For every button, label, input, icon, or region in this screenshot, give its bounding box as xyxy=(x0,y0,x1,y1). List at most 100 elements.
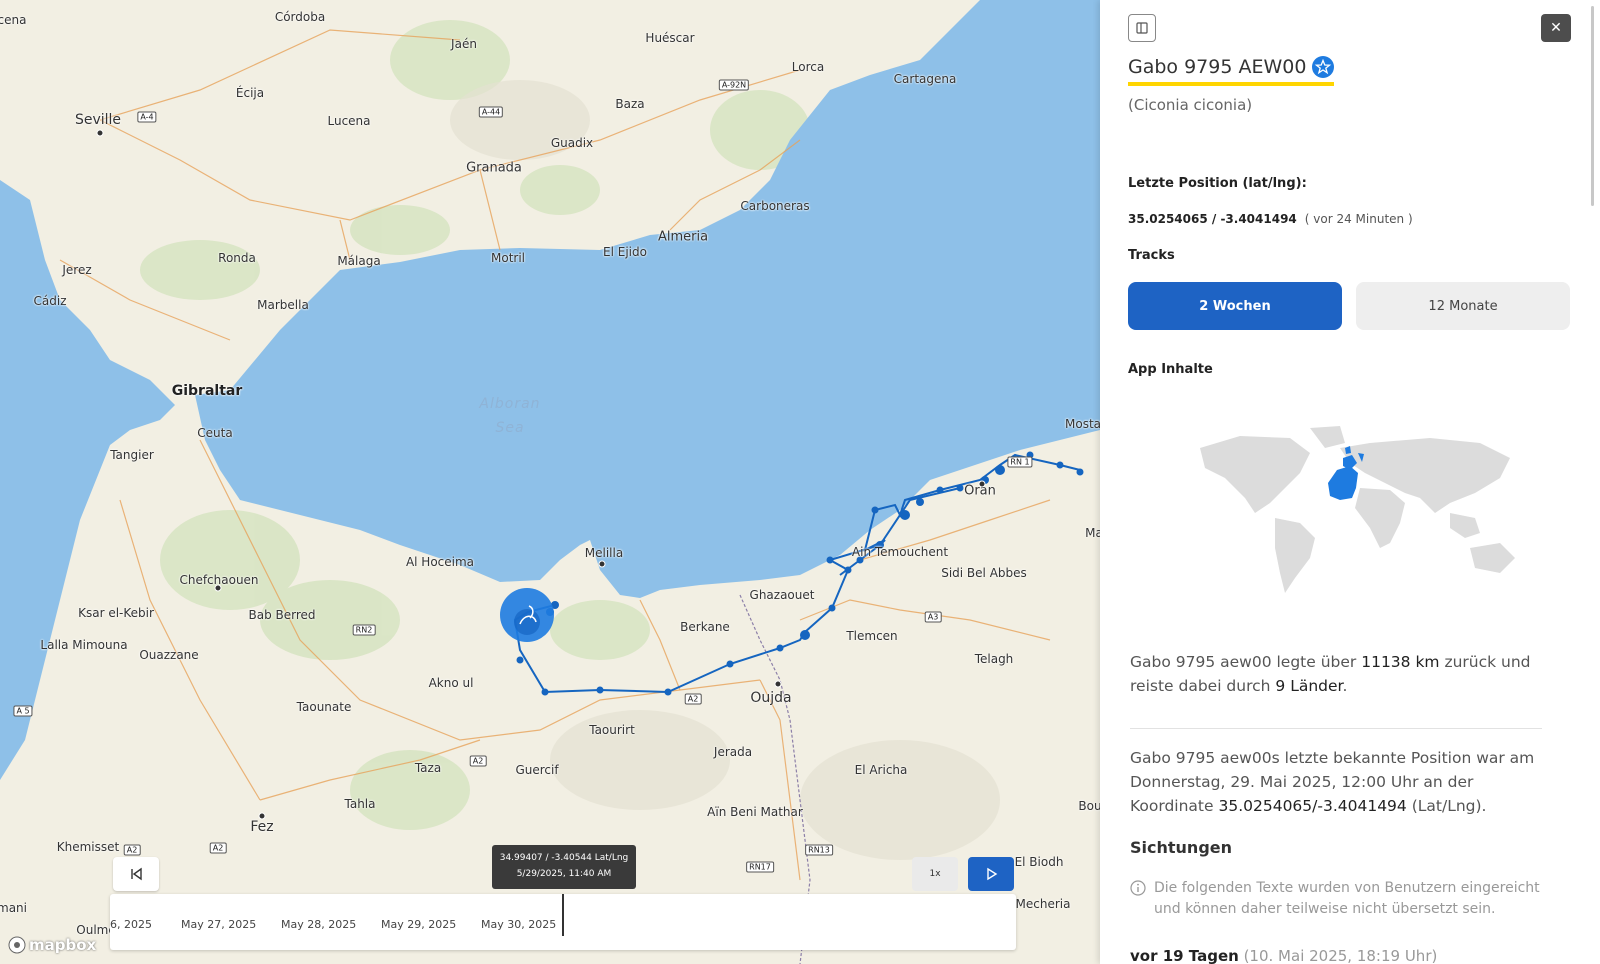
timeline-date: 6, 2025 xyxy=(110,918,152,931)
place-label: Taourirt xyxy=(589,723,635,737)
sighting-date: (10. Mai 2025, 18:19 Uhr) xyxy=(1238,947,1438,964)
road-shield: RN 1 xyxy=(1007,456,1033,468)
timeline-date: May 29, 2025 xyxy=(381,918,457,931)
timeline-cursor[interactable] xyxy=(562,894,564,936)
place-label: Melilla xyxy=(584,546,624,560)
mapbox-label: mapbox xyxy=(29,936,97,954)
place-label: mani xyxy=(0,901,27,915)
summary-countries: 9 Länder xyxy=(1275,677,1343,695)
place-label: Mosta xyxy=(1064,417,1100,431)
position-summary: Gabo 9795 aew00s letzte bekannte Positio… xyxy=(1130,746,1540,818)
city-dot xyxy=(598,560,606,568)
road-shield: A3 xyxy=(924,611,942,623)
place-label: Cádiz xyxy=(33,294,67,308)
last-position-value: 35.0254065 / -3.4041494 xyxy=(1128,212,1297,226)
place-label: Akno ul xyxy=(428,676,474,690)
road-shield: A2 xyxy=(684,693,702,705)
place-label: Ain Temouchent xyxy=(851,545,949,559)
place-label: Jerez xyxy=(62,263,92,277)
bird-name: Gabo 9795 AEW00 xyxy=(1128,56,1307,78)
timeline-scrubber[interactable]: 6, 2025 May 27, 2025 May 28, 2025 May 29… xyxy=(110,894,1016,950)
place-label: Jerada xyxy=(713,745,753,759)
road-shield: A2 xyxy=(469,755,487,767)
place-label: Khemisset xyxy=(56,840,120,854)
track-2-weeks-button[interactable]: 2 Wochen xyxy=(1128,282,1342,330)
summary-km: 11138 km xyxy=(1361,653,1440,671)
place-label: Granada xyxy=(466,160,522,176)
city-dot xyxy=(978,480,986,488)
place-label: Tahla xyxy=(344,797,376,811)
summary-post: . xyxy=(1342,677,1348,695)
place-label: Fez xyxy=(250,819,274,835)
play-button[interactable] xyxy=(968,857,1014,891)
species-name: (Ciconia ciconia) xyxy=(1128,96,1253,114)
timeline-date: May 28, 2025 xyxy=(281,918,357,931)
place-label: Baza xyxy=(615,97,645,111)
place-label: Ceuta xyxy=(197,426,233,440)
place-label: Tangier xyxy=(110,448,154,462)
place-label: Al Hoceima xyxy=(405,555,475,569)
position-post: (Lat/Lng). xyxy=(1406,797,1487,815)
star-badge-icon xyxy=(1312,56,1335,78)
place-label: Marbella xyxy=(257,298,309,312)
sightings-heading: Sichtungen xyxy=(1130,838,1233,857)
close-button[interactable]: ✕ xyxy=(1541,14,1571,42)
place-label: Sidi Bel Abbes xyxy=(941,566,1027,580)
place-label: Huéscar xyxy=(645,31,695,45)
last-position-ago: ( vor 24 Minuten ) xyxy=(1304,212,1413,226)
sighting-ago: vor 19 Tagen xyxy=(1130,947,1239,964)
place-label: Lucena xyxy=(327,114,371,128)
place-label: Ma xyxy=(1085,526,1100,540)
position-tooltip: 34.99407 / -3.40544 Lat/Lng 5/29/2025, 1… xyxy=(492,845,636,889)
road-shield: A2 xyxy=(123,844,141,856)
road-shield: RN2 xyxy=(352,624,376,636)
scrollbar[interactable] xyxy=(1591,6,1594,206)
last-position-label: Letzte Position (lat/lng): xyxy=(1128,176,1307,191)
close-icon: ✕ xyxy=(1550,20,1562,36)
place-label: Gibraltar xyxy=(171,383,243,399)
rewind-button[interactable] xyxy=(113,857,159,891)
place-label: cena xyxy=(0,13,27,27)
place-label: Ghazaouet xyxy=(749,588,815,602)
city-dot xyxy=(774,680,782,688)
sightings-info: Die folgenden Texte wurden von Benutzern… xyxy=(1130,878,1550,920)
map-view[interactable]: Córdoba Jaén Huéscar Lorca Cartagena Sev… xyxy=(0,0,1100,964)
tooltip-coords: 34.99407 / -3.40544 Lat/Lng xyxy=(499,853,629,863)
mapbox-icon xyxy=(8,936,26,954)
place-label: Tlemcen xyxy=(846,629,898,643)
place-label: Bou xyxy=(1078,799,1100,813)
place-label: Córdoba xyxy=(274,10,326,24)
place-label: Guadix xyxy=(550,136,594,150)
last-position: 35.0254065 / -3.4041494 ( vor 24 Minuten … xyxy=(1128,212,1413,226)
road-shield: A-4 xyxy=(137,111,157,123)
tooltip-time: 5/29/2025, 11:40 AM xyxy=(516,869,612,879)
track-12-months-button[interactable]: 12 Monate xyxy=(1356,282,1570,330)
place-label: Telagh xyxy=(974,652,1014,666)
place-label: El Ejido xyxy=(603,245,647,259)
sighting-entry[interactable]: vor 19 Tagen (10. Mai 2025, 18:19 Uhr) xyxy=(1130,947,1437,964)
place-label: Berkane xyxy=(680,620,730,634)
sea-label: Alboran Sea xyxy=(479,396,541,436)
place-label: El Aricha xyxy=(854,763,908,777)
city-dot xyxy=(96,129,104,137)
place-label: Écija xyxy=(235,86,265,100)
place-label: Ouazzane xyxy=(139,648,199,662)
timeline-date: May 30, 2025 xyxy=(481,918,557,931)
skip-back-icon xyxy=(131,867,142,881)
app-content-label: App Inhalte xyxy=(1128,362,1213,377)
place-label: Jaén xyxy=(451,37,477,51)
place-label: Mecheria xyxy=(1015,897,1071,911)
place-label: Oujda xyxy=(750,690,792,706)
summary-pre: Gabo 9795 aew00 legte über xyxy=(1130,653,1362,671)
place-label: Lorca xyxy=(791,60,825,74)
place-label: Aïn Beni Mathar xyxy=(707,805,803,819)
sidebar-toggle-button[interactable] xyxy=(1128,14,1156,42)
road-shield: RN13 xyxy=(805,844,833,856)
place-label: Ksar el-Kebir xyxy=(78,606,154,620)
speed-button[interactable]: 1x xyxy=(912,857,958,891)
timeline-date: May 27, 2025 xyxy=(181,918,257,931)
road-shield: A 5 xyxy=(13,705,33,717)
mapbox-logo: mapbox xyxy=(8,936,96,954)
distance-summary: Gabo 9795 aew00 legte über 11138 km zurü… xyxy=(1130,650,1540,698)
place-label: Almeria xyxy=(657,229,709,245)
